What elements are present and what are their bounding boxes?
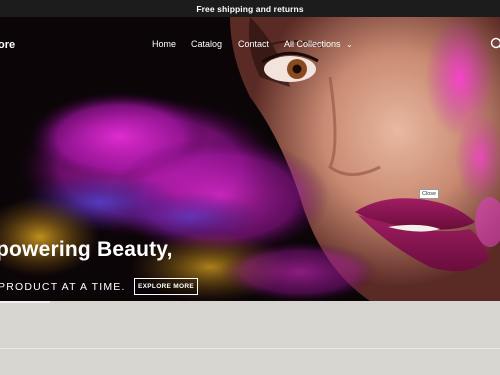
announcement-text: Free shipping and returns: [196, 3, 304, 14]
store-logo[interactable]: ore: [0, 39, 15, 51]
nav-item-contact[interactable]: Contact: [238, 39, 269, 49]
section-divider: [0, 348, 500, 349]
hero-banner: ore Home Catalog Contact All Collections…: [0, 17, 500, 301]
search-icon[interactable]: [490, 37, 500, 51]
content-section: [0, 301, 500, 375]
nav-item-all-collections[interactable]: All Collections ⌄: [284, 39, 353, 49]
nav-item-catalog[interactable]: Catalog: [191, 39, 222, 49]
chevron-down-icon: ⌄: [346, 40, 353, 49]
hero-subline: PRODUCT AT A TIME.: [0, 281, 126, 293]
announcement-bar: Free shipping and returns: [0, 0, 500, 17]
hero-headline: powering Beauty,: [0, 238, 173, 261]
nav-item-all-collections-label: All Collections: [284, 39, 341, 49]
tooltip: Close: [419, 189, 440, 199]
section-accent: [0, 301, 50, 303]
nav-item-home[interactable]: Home: [152, 39, 176, 49]
explore-more-button[interactable]: EXPLORE MORE: [134, 278, 198, 295]
